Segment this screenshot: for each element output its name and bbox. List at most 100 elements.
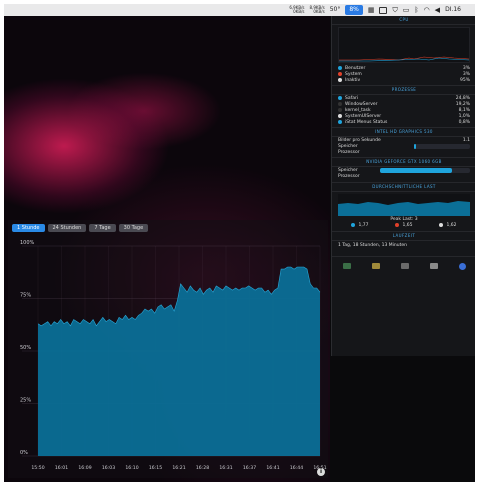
load-section-title: DURCHSCHNITTLICHE LAST — [332, 182, 475, 192]
panel-footer-icons — [332, 256, 475, 275]
network-speed-2[interactable]: 8,9KB/s 0KB/s — [310, 6, 325, 14]
proc-label: WindowServer — [338, 102, 378, 107]
nvidia-memory-fill — [380, 167, 452, 173]
proc-name: Safari — [345, 95, 359, 101]
cpu-name: Benutzer — [345, 65, 366, 71]
load-color-dot — [351, 223, 356, 227]
y-tick-label: 100% — [20, 240, 35, 246]
cpu-color-dot — [338, 66, 342, 70]
cpu-name: Inaktiv — [345, 77, 361, 83]
console-icon[interactable] — [400, 263, 409, 269]
cpu-history-window: 15:50 16:01 16:09 16:03 16:10 16:15 16:21 16:28… — [8, 220, 328, 478]
x-tick-label: 16:15 — [149, 465, 162, 471]
cpu-value: 3% — [462, 71, 470, 77]
y-tick-label: 50% — [20, 345, 31, 351]
proc-label: SystemUIServer — [338, 114, 381, 119]
proc-label: kernel_task — [338, 108, 371, 113]
load-value-text: 1,77 — [358, 222, 369, 228]
x-tick-label: 16:10 — [125, 465, 138, 471]
sync-icon[interactable] — [429, 263, 438, 269]
y-tick-label: 0% — [20, 450, 28, 456]
screenshot-frame: 6,9KB/s 0KB/s 8,9KB/s 0KB/s 50° 8% ▦ ⛉ ▭… — [4, 4, 475, 482]
menu-bar: 6,9KB/s 0KB/s 8,9KB/s 0KB/s 50° 8% ▦ ⛉ ▭… — [4, 4, 475, 16]
intel-gpu-section-title: INTEL HD GRAPHICS 530 — [332, 127, 475, 137]
load-history-area — [338, 201, 470, 216]
cpu-value: 95% — [459, 77, 470, 83]
proc-name: SystemUIServer — [345, 113, 382, 119]
cpu-usage-area — [38, 267, 320, 456]
monitor-icon[interactable]: ▭ — [403, 6, 410, 14]
cpu-value: 3% — [462, 65, 470, 71]
x-tick-label: 15:50 — [31, 465, 44, 471]
shield-icon[interactable]: ⛉ — [392, 6, 397, 15]
x-tick-label: 16:28 — [196, 465, 209, 471]
load-color-dot — [439, 223, 444, 227]
gpu-processor-label: Prozessor — [338, 149, 360, 155]
proc-color-dot — [338, 102, 342, 106]
processes-section-title: PROZESSE — [332, 85, 475, 95]
nvidia-memory-label: Speicher — [338, 167, 358, 173]
x-tick-label: 16:09 — [78, 465, 91, 471]
y-tick-label: 25% — [20, 398, 31, 404]
proc-name: kernel_task — [345, 107, 371, 113]
cpu-menu-item[interactable]: 8% — [345, 5, 363, 15]
volume-icon[interactable]: ◀ — [435, 6, 440, 14]
grid-icon[interactable]: ▦ — [368, 6, 375, 14]
peak-load-label: Peak Last: 3 — [390, 216, 418, 222]
load-history-svg — [338, 201, 470, 216]
gpu-processor-row: Prozessor — [332, 149, 475, 155]
time-range-tabs: 1 Stunde 24 Stunden 7 Tage 30 Tage — [12, 224, 149, 232]
y-tick-label: 75% — [20, 293, 31, 299]
proc-value: 19,2% — [455, 101, 470, 107]
tab-30-tage[interactable]: 30 Tage — [118, 224, 149, 232]
gpu-fps-value: 1.1 — [462, 137, 470, 143]
gpu-fps-label: Bilder pro Sekunde — [338, 137, 381, 143]
proc-color-dot — [338, 108, 342, 112]
cpu-label: System — [338, 72, 362, 77]
x-tick-label: 16:37 — [243, 465, 256, 471]
folder-icon[interactable] — [371, 263, 380, 269]
proc-color-dot — [338, 120, 342, 124]
tab-1-stunde[interactable]: 1 Stunde — [12, 224, 45, 232]
gpu-memory-bar — [414, 143, 470, 149]
x-tick-label: 16:44 — [290, 465, 303, 471]
proc-value: 0,8% — [458, 119, 470, 125]
temperature-reading[interactable]: 50° — [330, 4, 341, 16]
istat-dropdown-panel: CPU Benutzer 3% System 3% Inaktiv 95% PROZESS… — [331, 16, 475, 356]
cpu-name: System — [345, 71, 362, 77]
uptime-row: 1 Tag, 18 Stunden, 13 Minuten — [332, 241, 475, 250]
x-tick-label: 16:31 — [219, 465, 232, 471]
proc-row: iStat Menus Status 0,8% — [332, 119, 475, 125]
proc-name: iStat Menus Status — [345, 119, 388, 125]
display-icon[interactable] — [379, 6, 388, 14]
cpu-history-graph — [338, 27, 470, 63]
cpu-color-dot — [338, 72, 342, 76]
proc-value: 24,8% — [455, 95, 470, 101]
proc-label: iStat Menus Status — [338, 120, 387, 125]
load-value: 1,65 — [395, 223, 413, 228]
nvidia-memory-bar — [380, 167, 470, 173]
wifi-icon[interactable]: ◠ — [424, 6, 430, 14]
globe-icon[interactable] — [458, 262, 466, 270]
nvidia-gpu-section-title: NVIDIA GEFORCE GTX 1060 6GB — [332, 157, 475, 167]
bluetooth-icon[interactable]: ᛒ — [414, 6, 418, 14]
tab-7-tage[interactable]: 7 Tage — [89, 224, 116, 232]
cpu-color-dot — [338, 78, 342, 82]
activity-monitor-icon[interactable] — [342, 263, 351, 269]
cpu-history-line-2 — [339, 57, 470, 62]
tab-24-stunden[interactable]: 24 Stunden — [47, 224, 87, 232]
info-icon[interactable]: i — [317, 468, 325, 476]
clock[interactable]: DI.16 — [445, 4, 461, 16]
nvidia-memory-row: Speicher — [332, 167, 475, 173]
load-values-row: 1,77 1,65 1,62 — [332, 222, 475, 228]
cpu-label: Benutzer — [338, 66, 365, 71]
proc-label: Safari — [338, 96, 358, 101]
cpu-history-chart: 15:50 16:01 16:09 16:03 16:10 16:15 16:21 16:28… — [20, 240, 327, 471]
cpu-label: Inaktiv — [338, 78, 360, 83]
x-tick-label: 16:41 — [266, 465, 279, 471]
cpu-history-svg — [339, 56, 470, 62]
network-speed-1[interactable]: 6,9KB/s 0KB/s — [289, 6, 304, 14]
nvidia-processor-label: Prozessor — [338, 173, 360, 179]
load-color-dot — [395, 223, 400, 227]
load-value-text: 1,62 — [446, 222, 457, 228]
